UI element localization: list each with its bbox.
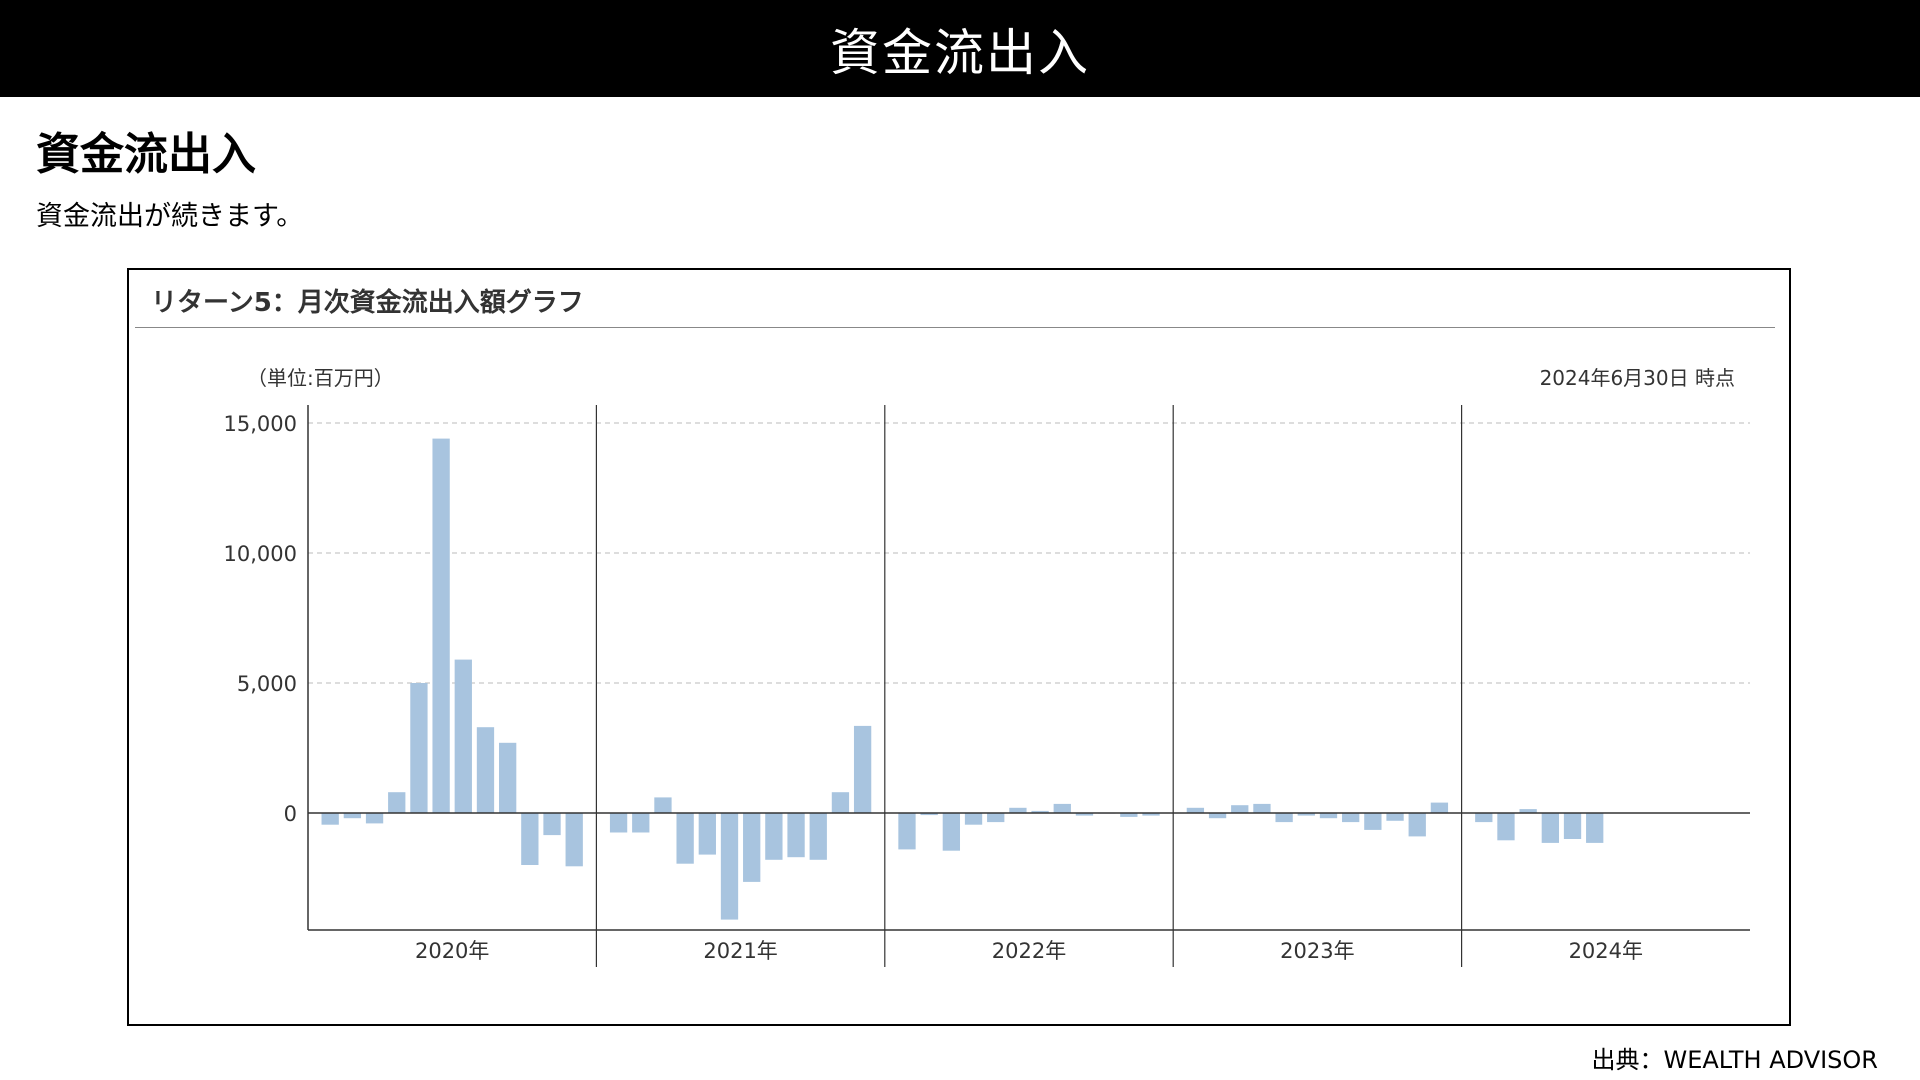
data-bar [987, 813, 1005, 823]
data-bar [654, 797, 672, 813]
source-credit: 出典：WEALTH ADVISOR [1591, 1046, 1879, 1074]
data-bar [1342, 813, 1360, 823]
chart-panel: リターン5：月次資金流出入額グラフ （単位:百万円） 2024年6月30日 時点… [127, 268, 1791, 1026]
data-bar [853, 725, 872, 813]
data-bar [1231, 805, 1249, 813]
data-bar [1541, 813, 1559, 843]
data-bar [1563, 813, 1582, 839]
data-bar [743, 813, 761, 882]
data-bar [720, 813, 739, 920]
x-year-label: 2020年 [415, 939, 489, 963]
data-bar [454, 659, 472, 813]
data-bar [698, 813, 716, 855]
data-bar [1053, 803, 1071, 813]
data-bar [1430, 802, 1449, 813]
bar-chart: 0 5,000 10,000 15,000 2020年 2021年 2022年 2023年 20… [224, 405, 1750, 967]
data-bar [321, 813, 339, 825]
page-heading: 資金流出入 [36, 129, 256, 180]
data-bar [1186, 807, 1205, 813]
data-bar [343, 813, 362, 819]
data-bar [609, 813, 628, 833]
data-bar [565, 813, 583, 867]
data-bar [1408, 813, 1426, 837]
x-year-label: 2022年 [992, 939, 1066, 963]
lead-text: 資金流出が続きます。 [36, 201, 304, 232]
x-year-label: 2024年 [1569, 939, 1643, 963]
x-year-label: 2021年 [703, 939, 777, 963]
data-bar [1586, 813, 1604, 843]
data-bar [499, 742, 517, 813]
data-bar [1253, 803, 1271, 813]
data-bar [632, 813, 650, 833]
data-bar [1208, 813, 1227, 819]
data-bar [432, 438, 450, 813]
data-bar [1319, 813, 1338, 819]
data-bar [898, 813, 916, 850]
data-bar [365, 813, 384, 824]
x-year-label: 2023年 [1280, 939, 1354, 963]
data-bar [1275, 813, 1293, 823]
data-bar [676, 813, 694, 864]
data-bar [765, 813, 783, 860]
data-bar [1364, 813, 1382, 830]
y-tick-label: 10,000 [224, 542, 297, 566]
data-bar [410, 683, 428, 813]
data-bar [543, 813, 561, 836]
data-bar [476, 727, 495, 813]
data-bar [809, 813, 827, 860]
y-tick-label: 5,000 [237, 672, 297, 696]
data-bar [831, 792, 850, 813]
banner-title: 資金流出入 [0, 0, 1920, 97]
data-bar [1497, 813, 1515, 841]
data-bar [942, 813, 961, 851]
data-bar [1009, 807, 1027, 813]
data-bar [787, 813, 805, 858]
data-bar [1386, 813, 1404, 821]
y-tick-label: 0 [284, 802, 297, 826]
data-bar [388, 792, 406, 813]
data-bar [1475, 813, 1493, 823]
y-tick-label: 15,000 [224, 412, 297, 436]
data-bar [521, 813, 539, 865]
data-bar [964, 813, 983, 825]
